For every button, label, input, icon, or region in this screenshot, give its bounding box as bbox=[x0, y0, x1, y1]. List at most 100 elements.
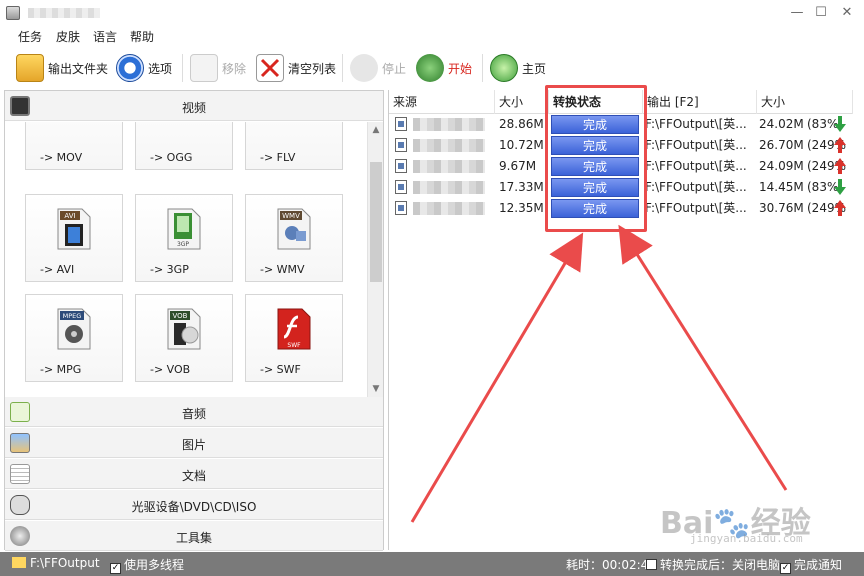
start-icon bbox=[416, 54, 444, 82]
status-bar: F:\FFOutput ✓ 使用多线程 耗时：00:02:44 转换完成后：关闭电… bbox=[0, 552, 864, 576]
source-name-blurred bbox=[413, 139, 485, 152]
category-audio[interactable]: 音频 bbox=[5, 397, 383, 427]
svg-text:AVI: AVI bbox=[64, 212, 75, 220]
options-button[interactable]: 选项 bbox=[116, 52, 172, 84]
arrow-up-icon bbox=[834, 137, 846, 153]
stop-icon bbox=[350, 54, 378, 82]
home-icon bbox=[490, 54, 518, 82]
source-size: 9.67M bbox=[499, 159, 537, 173]
category-panel: 视频 -> MOV -> OGG -> FLV AVI -> AVI 3GP -… bbox=[4, 90, 384, 551]
arrow-down-icon bbox=[834, 179, 846, 195]
source-name-blurred bbox=[413, 160, 485, 173]
file-icon bbox=[395, 138, 407, 152]
svg-text:VOB: VOB bbox=[173, 312, 188, 320]
home-button[interactable]: 主页 bbox=[490, 52, 546, 84]
minimize-button[interactable]: — bbox=[786, 4, 808, 22]
svg-text:MPEG: MPEG bbox=[63, 312, 82, 320]
toolbar-separator bbox=[482, 54, 483, 82]
clear-list-icon bbox=[256, 54, 284, 82]
format-grid: -> MOV -> OGG -> FLV AVI -> AVI 3GP -> 3… bbox=[5, 122, 367, 397]
format-grid-scrollbar[interactable]: ▲ ▼ bbox=[367, 122, 383, 397]
format-tile-mov[interactable]: -> MOV bbox=[25, 122, 123, 170]
stop-button[interactable]: 停止 bbox=[350, 52, 406, 84]
toolbar-separator bbox=[342, 54, 343, 82]
source-size: 17.33M bbox=[499, 180, 544, 194]
svg-text:3GP: 3GP bbox=[177, 241, 189, 248]
category-tools[interactable]: 工具集 bbox=[5, 521, 383, 551]
menu-task[interactable]: 任务 bbox=[18, 28, 42, 45]
format-tile-ogg[interactable]: -> OGG bbox=[135, 122, 233, 170]
output-size: 30.76M bbox=[759, 201, 804, 215]
output-size: 24.02M bbox=[759, 117, 804, 131]
source-size: 10.72M bbox=[499, 138, 544, 152]
multithread-checkbox[interactable]: ✓ 使用多线程 bbox=[110, 556, 184, 574]
wmv-file-icon: WMV bbox=[277, 208, 311, 250]
category-document[interactable]: 文档 bbox=[5, 459, 383, 489]
app-icon bbox=[6, 6, 20, 20]
svg-text:SWF: SWF bbox=[287, 342, 301, 349]
scroll-up-icon[interactable]: ▲ bbox=[368, 122, 384, 138]
window-title-blurred bbox=[28, 8, 100, 18]
category-picture[interactable]: 图片 bbox=[5, 428, 383, 458]
source-size: 12.35M bbox=[499, 201, 544, 215]
header-source-size[interactable]: 大小 bbox=[495, 90, 549, 114]
close-button[interactable]: ✕ bbox=[836, 4, 858, 22]
format-tile-vob[interactable]: VOB -> VOB bbox=[135, 294, 233, 382]
clear-list-button[interactable]: 清空列表 bbox=[256, 52, 336, 84]
arrow-up-icon bbox=[834, 158, 846, 174]
source-size: 28.86M bbox=[499, 117, 544, 131]
file-icon bbox=[395, 159, 407, 173]
remove-button[interactable]: 移除 bbox=[190, 52, 246, 84]
output-path: F:\FFOutput\[英... bbox=[645, 117, 747, 131]
after-done-checkbox[interactable]: 转换完成后：关闭电脑 bbox=[646, 556, 780, 573]
file-icon bbox=[395, 180, 407, 194]
options-icon bbox=[116, 54, 144, 82]
menu-bar: 任务 皮肤 语言 帮助 bbox=[0, 26, 864, 46]
category-rom-device[interactable]: 光驱设备\DVD\CD\ISO bbox=[5, 490, 383, 520]
format-tile-wmv[interactable]: WMV -> WMV bbox=[245, 194, 343, 282]
checkbox-checked-icon: ✓ bbox=[110, 563, 121, 574]
vob-file-icon: VOB bbox=[167, 308, 201, 350]
header-source[interactable]: 来源 bbox=[389, 90, 495, 114]
output-path: F:\FFOutput\[英... bbox=[645, 180, 747, 194]
scroll-down-icon[interactable]: ▼ bbox=[368, 381, 384, 397]
menu-help[interactable]: 帮助 bbox=[130, 28, 154, 45]
arrow-down-icon bbox=[834, 116, 846, 132]
checkbox-unchecked-icon bbox=[646, 559, 657, 570]
output-path: F:\FFOutput\[英... bbox=[645, 201, 747, 215]
toolbar: 输出文件夹 选项 移除 清空列表 停止 开始 主页 bbox=[0, 48, 864, 88]
arrow-up-icon bbox=[834, 200, 846, 216]
notify-checkbox[interactable]: ✓ 完成通知 bbox=[780, 556, 842, 574]
scroll-thumb[interactable] bbox=[370, 162, 382, 282]
output-folder-button[interactable]: 输出文件夹 bbox=[16, 52, 108, 84]
format-tile-avi[interactable]: AVI -> AVI bbox=[25, 194, 123, 282]
mpeg-file-icon: MPEG bbox=[57, 308, 91, 350]
format-tile-3gp[interactable]: 3GP -> 3GP bbox=[135, 194, 233, 282]
output-folder-status[interactable]: F:\FFOutput bbox=[12, 556, 100, 570]
source-name-blurred bbox=[413, 118, 485, 131]
start-button[interactable]: 开始 bbox=[416, 52, 472, 84]
format-tile-flv[interactable]: -> FLV bbox=[245, 122, 343, 170]
header-output-size[interactable]: 大小 bbox=[757, 90, 853, 114]
format-tile-mpg[interactable]: MPEG -> MPG bbox=[25, 294, 123, 382]
elapsed-time: 耗时：00:02:44 bbox=[566, 558, 656, 572]
output-size: 26.70M bbox=[759, 138, 804, 152]
file-icon bbox=[395, 201, 407, 215]
source-name-blurred bbox=[413, 181, 485, 194]
output-size: 24.09M bbox=[759, 159, 804, 173]
status-column-highlight bbox=[545, 85, 647, 232]
format-tile-swf[interactable]: SWF -> SWF bbox=[245, 294, 343, 382]
source-name-blurred bbox=[413, 202, 485, 215]
folder-small-icon bbox=[12, 557, 26, 568]
output-size: 14.45M bbox=[759, 180, 804, 194]
output-path: F:\FFOutput\[英... bbox=[645, 138, 747, 152]
header-output[interactable]: 输出 [F2] bbox=[643, 90, 757, 114]
category-video[interactable]: 视频 bbox=[5, 91, 383, 121]
maximize-button[interactable]: ☐ bbox=[810, 4, 832, 22]
swf-file-icon: SWF bbox=[277, 308, 311, 350]
menu-skin[interactable]: 皮肤 bbox=[56, 28, 80, 45]
title-bar: — ☐ ✕ bbox=[0, 0, 864, 26]
3gp-file-icon: 3GP bbox=[167, 208, 201, 250]
toolbar-separator bbox=[182, 54, 183, 82]
menu-language[interactable]: 语言 bbox=[93, 28, 117, 45]
